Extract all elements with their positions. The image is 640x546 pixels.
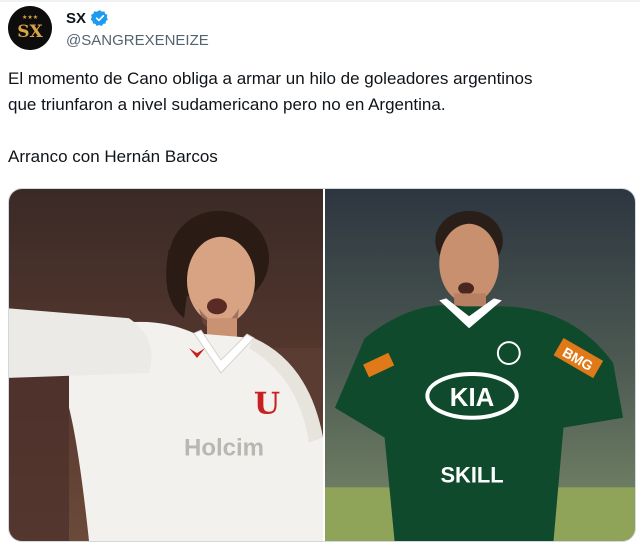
tweet-text-line-1: El momento de Cano obliga a armar un hil… xyxy=(8,69,533,88)
ldu-crest-text: U xyxy=(254,387,280,422)
tweet-text-line-3: Arranco con Hernán Barcos xyxy=(8,147,218,166)
tweet-text: El momento de Cano obliga a armar un hil… xyxy=(8,66,628,170)
ldu-sponsor-text: Holcim xyxy=(184,435,264,462)
palmeiras-sponsor-lower: SKILL xyxy=(440,462,503,487)
photo-barcos-palmeiras[interactable]: KIA SKILL BMG xyxy=(325,189,635,541)
photo-barcos-ldu[interactable]: U Holcim xyxy=(9,189,323,541)
avatar-logo-text: SX xyxy=(17,22,43,42)
palmeiras-sponsor-main: KIA xyxy=(450,384,494,412)
author-name[interactable]: SX xyxy=(66,10,86,27)
tweet-text-line-2: que triunfaron a nivel sudamericano pero… xyxy=(8,95,446,114)
author-handle[interactable]: @SANGREXENEIZE xyxy=(66,32,209,49)
verified-badge-icon xyxy=(90,9,109,27)
avatar-stars: ★★★ xyxy=(22,14,38,21)
top-divider xyxy=(0,0,640,2)
tweet-media: U Holcim KIA SKILL BMG xyxy=(8,188,636,542)
author-name-row: SX xyxy=(66,8,109,28)
avatar[interactable]: ★★★ SX xyxy=(8,6,52,50)
